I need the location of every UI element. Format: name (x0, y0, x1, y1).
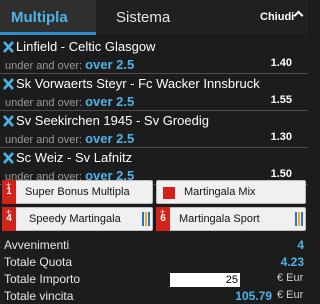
match-name: Sv Seekirchen 1945 - Sv Groedig (16, 113, 209, 128)
bonus-label: Super Bonus Multipla (25, 186, 130, 198)
vincita-label: Totale vincita (4, 289, 74, 303)
bet-row: Sk Vorwaerts Steyr - Fc Wacker Innsbruck… (0, 75, 308, 111)
summary-quota: Totale Quota 4.23 (0, 255, 308, 271)
market-label: under and over: over 2.5 (5, 57, 134, 72)
selection: over 2.5 (85, 131, 135, 146)
selection: over 2.5 (85, 57, 135, 72)
importo-label: Totale Importo (4, 272, 81, 286)
bonus-label: Martingala Sport (179, 213, 260, 225)
x-icon[interactable] (2, 77, 15, 91)
quota-label: Totale Quota (4, 255, 73, 269)
bet-row: Sv Seekirchen 1945 - Sv Groedig under an… (0, 112, 308, 148)
chevron-up-icon (293, 10, 304, 21)
tab-sistema[interactable]: Sistema (96, 0, 196, 35)
vincita-value: 105.79 (235, 289, 272, 303)
odd-value: 1.55 (270, 94, 292, 106)
bonus-label: Speedy Martingala (29, 213, 121, 225)
red-square-icon (163, 187, 175, 199)
quota-value: 4.23 (280, 255, 304, 269)
x-icon[interactable] (2, 151, 15, 165)
speedy-martingala-button[interactable]: 4 + Speedy Martingala (2, 207, 153, 231)
stripe-icon (142, 212, 150, 226)
stake-input[interactable] (170, 273, 240, 287)
super-bonus-multipla-button[interactable]: 1 + Super Bonus Multipla (2, 180, 153, 204)
currency-label: € Eur (277, 289, 304, 301)
match-name: Sk Vorwaerts Steyr - Fc Wacker Innsbruck (16, 76, 260, 91)
summary-avvenimenti: Avvenimenti 4 (0, 238, 308, 254)
x-icon[interactable] (2, 40, 15, 54)
stripe-icon (295, 212, 303, 226)
martingala-sport-button[interactable]: 6 + Martingala Sport (156, 207, 306, 231)
plus-icon: + (6, 180, 12, 190)
x-icon[interactable] (2, 114, 15, 128)
tab-sistema-label: Sistema (116, 9, 171, 26)
summary-importo: Totale Importo € Eur (0, 272, 308, 288)
summary-vincita: Totale vincita 105.79 € Eur (0, 289, 308, 304)
avvenimenti-label: Avvenimenti (4, 238, 70, 252)
market-label: under and over: over 2.5 (5, 131, 134, 146)
bonus-label: Martingala Mix (184, 186, 256, 198)
currency-label: € Eur (277, 272, 304, 284)
odd-value: 1.30 (270, 131, 292, 143)
martingala-mix-button[interactable]: Martingala Mix (156, 180, 306, 204)
match-name: Sc Weiz - Sv Lafnitz (16, 150, 133, 165)
tab-multipla-label: Multipla (11, 9, 68, 26)
market-label: under and over: over 2.5 (5, 94, 134, 109)
avvenimenti-value: 4 (297, 238, 304, 252)
close-label: Chiudi (260, 11, 295, 23)
plus-icon: + (160, 207, 166, 217)
match-name: Linfield - Celtic Glasgow (16, 39, 156, 54)
selection: over 2.5 (85, 94, 135, 109)
bet-row: Linfield - Celtic Glasgow under and over… (0, 38, 308, 74)
market-type: under and over: (5, 97, 83, 109)
plus-icon: + (6, 207, 12, 217)
market-type: under and over: (5, 60, 83, 72)
odd-value: 1.40 (270, 57, 292, 69)
tab-multipla[interactable]: Multipla (0, 0, 96, 35)
market-type: under and over: (5, 134, 83, 146)
odd-value: 1.50 (270, 168, 292, 180)
close-button[interactable]: Chiudi (252, 0, 308, 35)
betslip-tabs: Multipla Sistema Chiudi (0, 0, 308, 35)
